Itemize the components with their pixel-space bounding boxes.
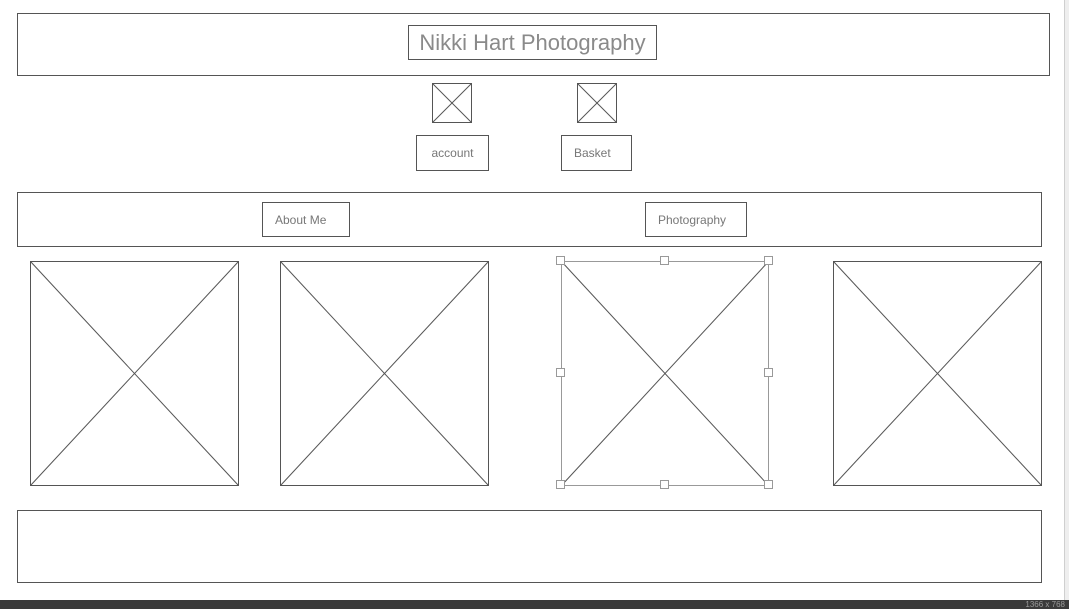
selected-gallery-image-placeholder-icon[interactable] (561, 261, 769, 486)
gallery-image-placeholder-icon[interactable] (30, 261, 239, 486)
resize-handle-nw[interactable] (556, 256, 565, 265)
basket-button-label: Basket (574, 146, 611, 160)
resize-handle-w[interactable] (556, 368, 565, 377)
gallery-image-placeholder-icon[interactable] (833, 261, 1042, 486)
resize-handle-s[interactable] (660, 480, 669, 489)
basket-button[interactable]: Basket (561, 135, 632, 171)
gallery-image-placeholder-icon[interactable] (280, 261, 489, 486)
site-title[interactable]: Nikki Hart Photography (408, 25, 657, 60)
account-image-placeholder-icon[interactable] (432, 83, 472, 123)
nav-bar (17, 192, 1042, 247)
resize-handle-sw[interactable] (556, 480, 565, 489)
resize-handle-n[interactable] (660, 256, 669, 265)
resize-handle-se[interactable] (764, 480, 773, 489)
about-me-button[interactable]: About Me (262, 202, 350, 237)
resize-handle-ne[interactable] (764, 256, 773, 265)
basket-image-placeholder-icon[interactable] (577, 83, 617, 123)
photography-label: Photography (658, 212, 727, 227)
photography-button[interactable]: Photography (645, 202, 747, 237)
account-button-label: account (431, 146, 474, 160)
account-button[interactable]: account (416, 135, 489, 171)
resize-handle-e[interactable] (764, 368, 773, 377)
about-me-label: About Me (275, 212, 327, 227)
footer-container (17, 510, 1042, 583)
canvas-scrollbar[interactable] (1064, 0, 1069, 600)
canvas-status-bar (0, 600, 1069, 609)
canvas-size-label: 1366 x 768 (1025, 600, 1065, 609)
